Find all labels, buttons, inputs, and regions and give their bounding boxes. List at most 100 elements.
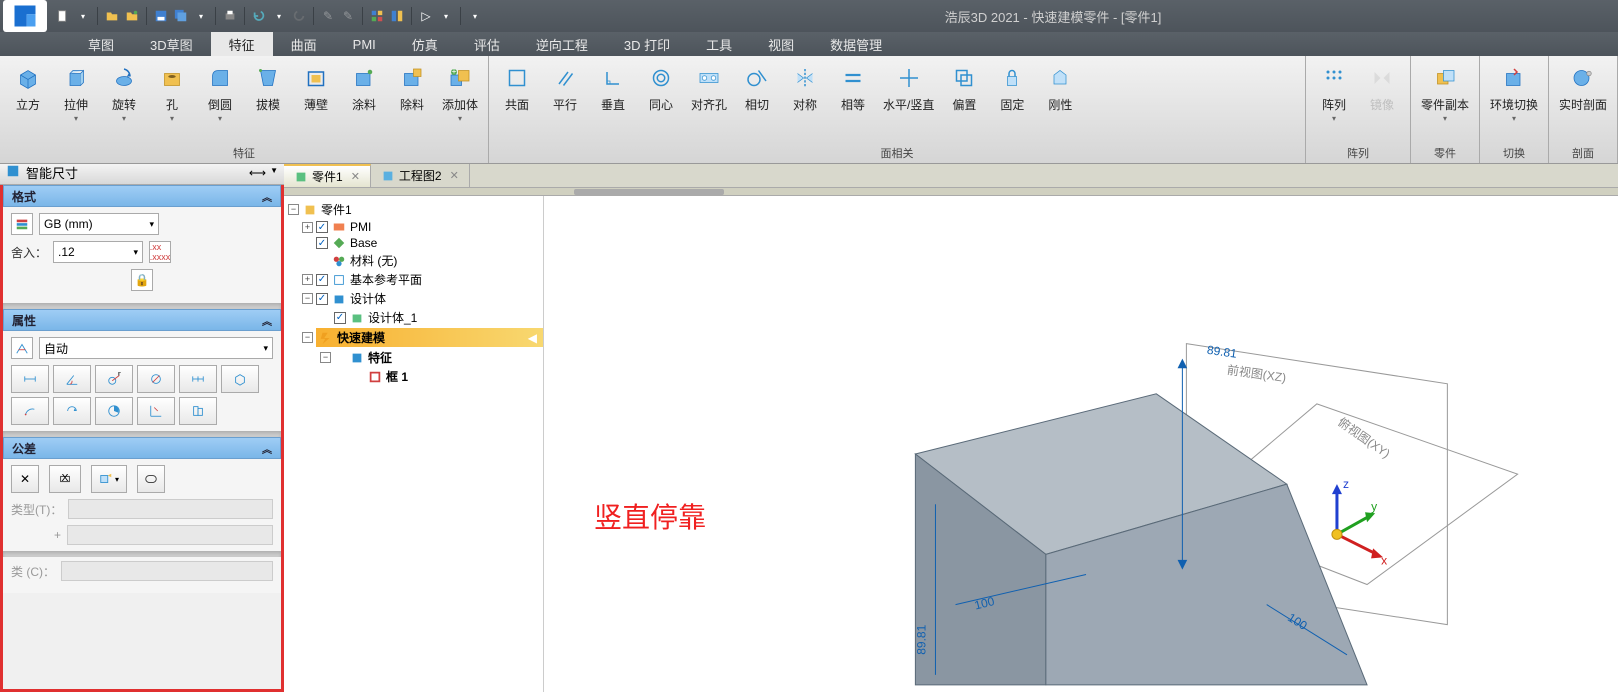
- tab-reverse[interactable]: 逆向工程: [518, 32, 606, 56]
- tab-view[interactable]: 视图: [750, 32, 812, 56]
- tree-node-label[interactable]: 快速建模: [337, 329, 385, 346]
- sketch2-icon[interactable]: ✎: [339, 7, 357, 25]
- standard-combo[interactable]: GB (mm) ▾: [39, 213, 159, 235]
- collapse-icon[interactable]: −: [302, 332, 313, 343]
- undo-icon[interactable]: [250, 7, 268, 25]
- dim-angle-icon[interactable]: [53, 365, 91, 393]
- dim-diameter-icon[interactable]: [137, 365, 175, 393]
- scroll-strip[interactable]: [284, 188, 1618, 196]
- cube-button[interactable]: 立方: [6, 60, 50, 143]
- app-logo[interactable]: [3, 0, 47, 32]
- parallel-button[interactable]: 平行: [543, 60, 587, 143]
- tree-node-label[interactable]: PMI: [350, 220, 371, 234]
- precision-icon[interactable]: .xx.xxxx: [149, 241, 171, 263]
- tab-sim[interactable]: 仿真: [394, 32, 456, 56]
- new-file-icon[interactable]: [54, 7, 72, 25]
- tol-edit-icon[interactable]: ▾: [91, 465, 127, 493]
- tab-feature[interactable]: 特征: [211, 32, 273, 56]
- tab-pmi[interactable]: PMI: [335, 32, 394, 56]
- addbody-button[interactable]: +添加体▾: [438, 60, 482, 143]
- equal-button[interactable]: 相等: [831, 60, 875, 143]
- tol-inspect-icon[interactable]: [137, 465, 165, 493]
- panel-menu-icon[interactable]: ▼: [270, 166, 278, 180]
- panel-pin-icon[interactable]: ⟷: [249, 166, 266, 180]
- dropdown-icon[interactable]: ▾: [270, 7, 288, 25]
- dim-linear-icon[interactable]: [11, 365, 49, 393]
- autodim-icon[interactable]: [11, 337, 33, 359]
- dim-radius-icon[interactable]: R: [95, 365, 133, 393]
- pattern-button[interactable]: 阵列▾: [1312, 60, 1356, 143]
- concentric-button[interactable]: 同心: [639, 60, 683, 143]
- checkbox[interactable]: ✓: [334, 312, 346, 324]
- draft-button[interactable]: 拔模: [246, 60, 290, 143]
- tree-node-label[interactable]: 特征: [368, 349, 392, 366]
- envswitch-button[interactable]: 环境切换▾: [1486, 60, 1542, 143]
- tree-node-label[interactable]: Base: [350, 236, 377, 250]
- dim-coord-icon[interactable]: [137, 397, 175, 425]
- tab-3dsketch[interactable]: 3D草图: [132, 32, 211, 56]
- tree-root-label[interactable]: 零件1: [321, 201, 352, 218]
- tree-node-label[interactable]: 材料 (无): [350, 252, 397, 269]
- close-icon[interactable]: ✕: [351, 170, 360, 183]
- more-icon[interactable]: ▾: [466, 7, 484, 25]
- tab-surface[interactable]: 曲面: [273, 32, 335, 56]
- dim-pie-icon[interactable]: [95, 397, 133, 425]
- dim-3d-icon[interactable]: [221, 365, 259, 393]
- cut-button[interactable]: 除料: [390, 60, 434, 143]
- pointer-icon[interactable]: ▷: [417, 7, 435, 25]
- fix-button[interactable]: 固定: [990, 60, 1034, 143]
- dropdown-icon[interactable]: ▾: [437, 7, 455, 25]
- dropdown-icon[interactable]: ▾: [192, 7, 210, 25]
- print-icon[interactable]: [221, 7, 239, 25]
- open-file-icon[interactable]: [103, 7, 121, 25]
- alignhole-button[interactable]: 对齐孔: [687, 60, 731, 143]
- tree-node-label[interactable]: 设计体: [350, 290, 386, 307]
- round-combo[interactable]: .12 ▾: [53, 241, 143, 263]
- tab-sketch[interactable]: 草图: [70, 32, 132, 56]
- close-icon[interactable]: ✕: [450, 169, 459, 182]
- tab-data[interactable]: 数据管理: [812, 32, 900, 56]
- lock-icon[interactable]: 🔒: [131, 269, 153, 291]
- tab-tools[interactable]: 工具: [688, 32, 750, 56]
- expand-icon[interactable]: +: [302, 222, 313, 233]
- tree-node-label[interactable]: 设计体_1: [368, 309, 417, 326]
- checkbox[interactable]: ✓: [316, 221, 328, 233]
- dim-ref-icon[interactable]: [179, 397, 217, 425]
- redo-icon[interactable]: [290, 7, 308, 25]
- checkbox[interactable]: ✓: [316, 293, 328, 305]
- expand-icon[interactable]: +: [302, 274, 313, 285]
- livesection-button[interactable]: 实时剖面: [1555, 60, 1611, 143]
- dim-arc2-icon[interactable]: [53, 397, 91, 425]
- rigid-button[interactable]: 刚性: [1038, 60, 1082, 143]
- section-format[interactable]: 格式 ︽: [3, 185, 281, 207]
- coating-button[interactable]: 涂料: [342, 60, 386, 143]
- collapse-icon[interactable]: −: [288, 204, 299, 215]
- extrude-button[interactable]: 拉伸▾: [54, 60, 98, 143]
- revolve-button[interactable]: 旋转▾: [102, 60, 146, 143]
- tol-basic-icon[interactable]: X: [49, 465, 81, 493]
- section-props[interactable]: 属性 ︽: [3, 309, 281, 331]
- mirror-button[interactable]: 镜像: [1360, 60, 1404, 143]
- doc-tab-part1[interactable]: 零件1 ✕: [284, 164, 371, 187]
- fillet-button[interactable]: 倒圆▾: [198, 60, 242, 143]
- tol-none-icon[interactable]: ✕: [11, 465, 39, 493]
- tree-node-label[interactable]: 框 1: [386, 368, 408, 385]
- collapse-icon[interactable]: −: [320, 352, 331, 363]
- shell-button[interactable]: 薄壁: [294, 60, 338, 143]
- arrange-icon[interactable]: [368, 7, 386, 25]
- open-folder-icon[interactable]: [123, 7, 141, 25]
- offset-button[interactable]: 偏置: [942, 60, 986, 143]
- dim-arc-icon[interactable]: [11, 397, 49, 425]
- sketch-icon[interactable]: ✎: [319, 7, 337, 25]
- perpendicular-button[interactable]: 垂直: [591, 60, 635, 143]
- dropdown-icon[interactable]: ▾: [74, 7, 92, 25]
- 3d-viewport[interactable]: 竖直停靠 前视图(XZ) 俯视图(XY) 右视图(YZ): [544, 196, 1618, 692]
- hv-button[interactable]: 水平/竖直: [879, 60, 938, 143]
- tab-eval[interactable]: 评估: [456, 32, 518, 56]
- save-all-icon[interactable]: [172, 7, 190, 25]
- checkbox[interactable]: ✓: [316, 237, 328, 249]
- save-icon[interactable]: [152, 7, 170, 25]
- doc-tab-drawing2[interactable]: 工程图2 ✕: [371, 164, 470, 187]
- collapse-icon[interactable]: −: [302, 293, 313, 304]
- symmetric-button[interactable]: 对称: [783, 60, 827, 143]
